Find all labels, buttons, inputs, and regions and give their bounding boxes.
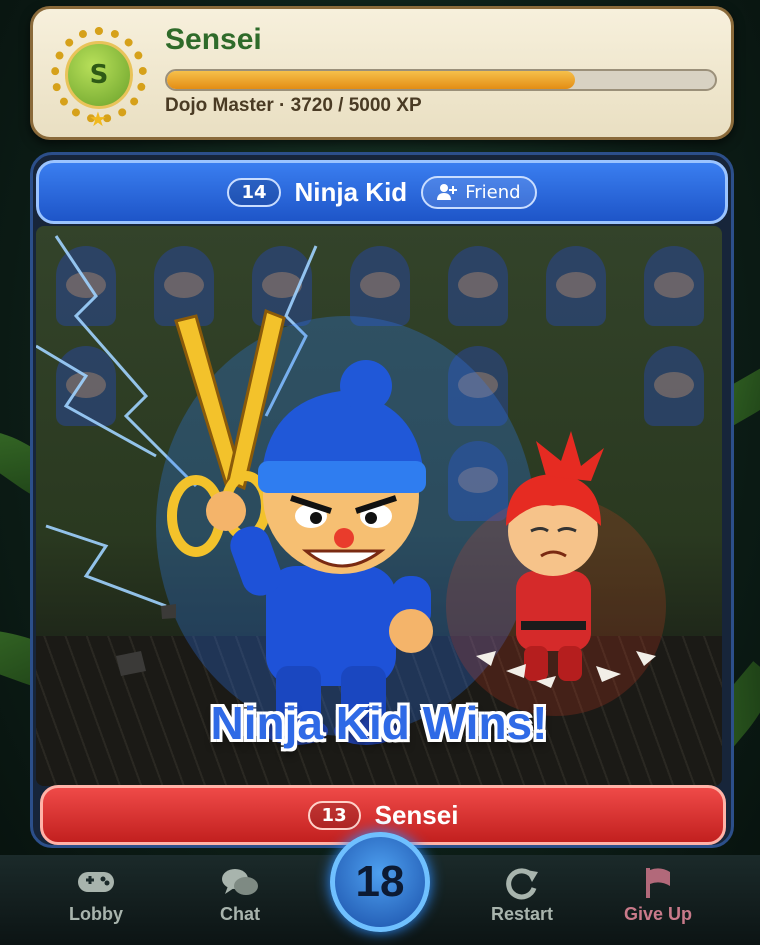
player-name: Sensei (165, 23, 262, 56)
add-friend-icon (437, 184, 458, 200)
chat-label: Chat (220, 904, 260, 924)
rock-debris (116, 604, 176, 676)
opponent-banner: 14 Ninja Kid Friend (36, 160, 728, 224)
restart-button[interactable]: Restart (472, 866, 572, 925)
chat-button[interactable]: Chat (190, 866, 290, 925)
opponent-level-badge: 14 (227, 177, 281, 207)
avatar-initial: S (65, 41, 133, 109)
opponent-name: Ninja Kid (294, 176, 408, 207)
restart-label: Restart (490, 904, 554, 924)
lobby-button[interactable]: Lobby (46, 866, 146, 925)
player-rank-xp: Dojo Master · 3720 / 5000 XP (165, 95, 422, 116)
add-friend-label: Friend (465, 181, 521, 203)
chat-bubbles-icon (190, 866, 290, 898)
self-level-badge: 13 (307, 800, 361, 830)
xp-progress-bar (165, 69, 717, 91)
flag-icon (608, 866, 708, 898)
game-scene: Ninja Kid Wins! (36, 226, 722, 786)
player-avatar[interactable]: S ★ (51, 27, 147, 131)
result-text: Ninja Kid Wins! (210, 697, 548, 749)
give-up-button[interactable]: Give Up (608, 866, 708, 925)
xp-progress-fill (167, 71, 575, 89)
turn-timer: 18 (330, 832, 430, 932)
restart-icon (472, 866, 572, 900)
player-profile-card: S ★ Sensei Dojo Master · 3720 / 5000 XP (30, 6, 734, 140)
lobby-label: Lobby (69, 904, 123, 924)
give-up-label: Give Up (623, 904, 693, 924)
self-name: Sensei (374, 799, 459, 830)
star-icon: ★ (89, 107, 107, 131)
add-friend-button[interactable]: Friend (421, 175, 537, 209)
gamepad-icon (46, 866, 146, 898)
